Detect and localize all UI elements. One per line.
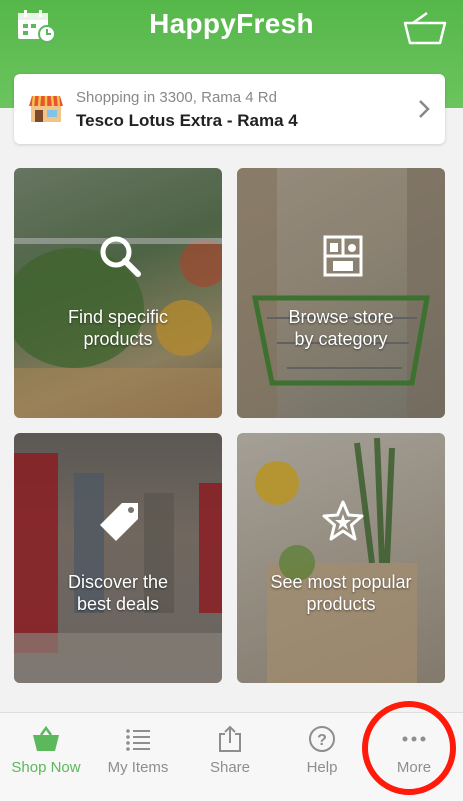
- tab-help[interactable]: ? Help: [276, 713, 368, 801]
- basket-icon: [33, 725, 59, 751]
- help-icon: ?: [309, 726, 335, 752]
- chevron-right-icon: [419, 100, 430, 118]
- tab-label: Shop Now: [11, 759, 81, 776]
- tag-icon: [100, 503, 138, 541]
- tab-my-items[interactable]: My Items: [92, 713, 184, 801]
- star-icon: [322, 500, 364, 541]
- tile-popular-products[interactable]: See most popular products: [237, 433, 445, 683]
- highlight-ring: [362, 701, 456, 795]
- store-name: Tesco Lotus Extra - Rama 4: [76, 111, 298, 130]
- tile-label: Discover the best deals: [67, 572, 169, 614]
- tab-label: Help: [306, 759, 338, 776]
- tile-browse-category[interactable]: Browse store by category: [237, 168, 445, 418]
- tab-share[interactable]: Share: [184, 713, 276, 801]
- tile-overlay: [237, 433, 445, 683]
- tab-label: Share: [209, 759, 251, 776]
- search-icon: [100, 236, 141, 277]
- tile-overlay: [14, 433, 222, 683]
- tile-find-products[interactable]: Find specific products: [14, 168, 222, 418]
- basket-icon[interactable]: [403, 11, 447, 45]
- share-icon: [219, 725, 241, 752]
- tab-label: My Items: [107, 759, 169, 776]
- store-location: Shopping in 3300, Rama 4 Rd: [76, 89, 277, 106]
- store-shelf-icon: [323, 235, 363, 277]
- tile-label: See most popular products: [270, 572, 412, 614]
- tile-label: Browse store by category: [288, 307, 394, 349]
- tile-best-deals[interactable]: Discover the best deals: [14, 433, 222, 683]
- store-selector[interactable]: Shopping in 3300, Rama 4 Rd Tesco Lotus …: [14, 74, 445, 144]
- tab-shop-now[interactable]: Shop Now: [0, 713, 92, 801]
- svg-text:?: ?: [317, 732, 327, 749]
- list-icon: [126, 729, 150, 751]
- app-title: HappyFresh: [149, 8, 314, 39]
- tile-overlay: [14, 168, 222, 418]
- storefront-icon: [29, 95, 63, 122]
- tile-overlay: [237, 168, 445, 418]
- tile-label: Find specific products: [67, 307, 169, 349]
